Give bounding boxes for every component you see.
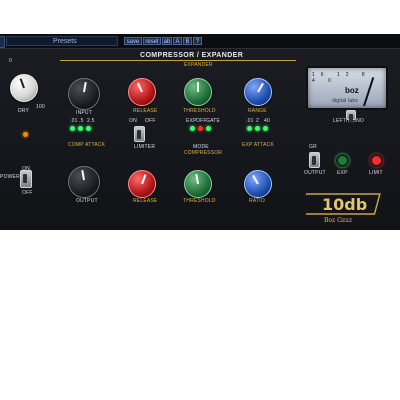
- power-toggle-switch[interactable]: [20, 170, 32, 188]
- mode-val-3: GATE: [206, 118, 221, 124]
- exp-led-label: EXP: [337, 170, 348, 176]
- output-knob-pointer: [81, 169, 85, 181]
- exp-attack-led-3[interactable]: [263, 126, 268, 131]
- meter-scale-12: 12: [336, 72, 355, 78]
- comp-attack-led-2[interactable]: [78, 126, 83, 131]
- compressor-section-label: COMPRESSOR: [184, 150, 223, 156]
- meter-subtitle: digital labs: [332, 98, 359, 104]
- limiter-toggle-switch[interactable]: [134, 126, 145, 142]
- limiter-off-label: OFF: [145, 118, 156, 124]
- section-rule: [60, 60, 296, 61]
- meter-mode-switch[interactable]: [346, 110, 356, 123]
- ratio-knob-pointer: [252, 174, 259, 185]
- power-off-label: OFF: [22, 190, 33, 196]
- dry-scale-max: 100: [36, 104, 45, 110]
- toolbar-scroll-left[interactable]: [0, 36, 5, 48]
- range-knob-pointer: [257, 82, 264, 93]
- range-knob[interactable]: [244, 78, 272, 106]
- expander-section-label: EXPANDER: [184, 62, 213, 68]
- logo-signature: Boz Gzuz: [324, 217, 352, 224]
- comp-attack-val-1: .01: [70, 118, 78, 124]
- mode-led-2[interactable]: [198, 126, 203, 131]
- expander-threshold-label: THRESHOLD: [183, 108, 216, 114]
- toolbar: Presets save reset ab A B ?: [0, 34, 400, 49]
- exp-attack-label: EXP ATTACK: [242, 142, 275, 148]
- ab-compare-button[interactable]: ab: [162, 37, 172, 45]
- exp-attack-led-2[interactable]: [255, 126, 260, 131]
- brand-logo: 10db Boz Gzuz: [299, 186, 384, 224]
- input-label: INPUT: [76, 110, 92, 116]
- a-button[interactable]: A: [173, 37, 182, 45]
- presets-label: Presets: [53, 38, 77, 45]
- meter-scale: 16 12 8 4 0: [312, 72, 386, 84]
- mode-label: MODE: [193, 144, 209, 150]
- comp-attack-val-2: .5: [79, 118, 84, 124]
- gain-reduction-meter: 16 12 8 4 0 boz digital labs: [306, 66, 388, 110]
- expander-release-knob[interactable]: [128, 78, 156, 106]
- help-button[interactable]: ?: [193, 37, 202, 45]
- comp-attack-led-1[interactable]: [70, 126, 75, 131]
- meter-scale-4: 4: [312, 78, 321, 84]
- meter-brand: boz: [345, 86, 359, 95]
- dry-label: DRY: [18, 108, 30, 114]
- b-button[interactable]: B: [183, 37, 192, 45]
- compressor-release-knob[interactable]: [128, 170, 156, 198]
- exp-attack-val-3: 40: [264, 118, 270, 124]
- mode-led-3[interactable]: [206, 126, 211, 131]
- range-label: RANGE: [248, 108, 267, 114]
- meter-scale-0: 0: [328, 78, 337, 84]
- compressor-threshold-knob[interactable]: [184, 170, 212, 198]
- limit-led: [370, 154, 383, 167]
- gr-output-switch[interactable]: [309, 152, 320, 168]
- output-label: OUTPUT: [76, 198, 98, 204]
- limit-led-label: LIMIT: [369, 170, 383, 176]
- compressor-release-pointer: [141, 174, 147, 185]
- gr-label: GR: [309, 144, 317, 150]
- input-knob[interactable]: [68, 78, 100, 110]
- compressor-threshold-pointer: [195, 173, 199, 185]
- expander-release-pointer: [136, 82, 143, 93]
- power-label: POWER: [0, 174, 20, 180]
- expander-release-label: RELEASE: [133, 108, 158, 114]
- input-knob-pointer: [83, 81, 87, 93]
- exp-attack-led-1[interactable]: [247, 126, 252, 131]
- ratio-label: RATIO: [249, 198, 265, 204]
- dry-scale-min: 0: [9, 58, 12, 64]
- reset-button[interactable]: reset: [143, 37, 161, 45]
- expander-threshold-knob[interactable]: [184, 78, 212, 106]
- logo-text: 10db: [322, 195, 367, 214]
- power-led: [23, 132, 28, 137]
- mode-led-1[interactable]: [190, 126, 195, 131]
- compressor-release-label: RELEASE: [133, 198, 158, 204]
- exp-attack-val-2: 2: [256, 118, 259, 124]
- expander-threshold-pointer: [197, 82, 199, 92]
- exp-attack-val-1: .01: [246, 118, 254, 124]
- exp-led: [336, 154, 349, 167]
- save-button[interactable]: save: [124, 37, 142, 45]
- comp-attack-led-3[interactable]: [86, 126, 91, 131]
- limiter-label: LIMITER: [134, 144, 156, 150]
- compressor-threshold-label: THRESHOLD: [183, 198, 216, 204]
- comp-attack-label: COMP ATTACK: [68, 142, 106, 148]
- section-title: COMPRESSOR / EXPANDER: [140, 52, 244, 59]
- comp-attack-val-3: 2.5: [87, 118, 95, 124]
- meter-scale-8: 8: [361, 72, 371, 78]
- brand-logo-svg: 10db Boz Gzuz: [299, 193, 381, 224]
- ratio-knob[interactable]: [244, 170, 272, 198]
- compressor-plugin: Presets save reset ab A B ? COMPRESSOR /…: [0, 34, 400, 230]
- output-meter-label: OUTPUT: [304, 170, 326, 176]
- dry-knob[interactable]: [10, 74, 38, 102]
- output-knob[interactable]: [68, 166, 100, 198]
- dry-knob-pointer: [19, 78, 25, 89]
- limiter-on-label: ON: [129, 118, 137, 124]
- presets-dropdown[interactable]: Presets: [6, 36, 118, 46]
